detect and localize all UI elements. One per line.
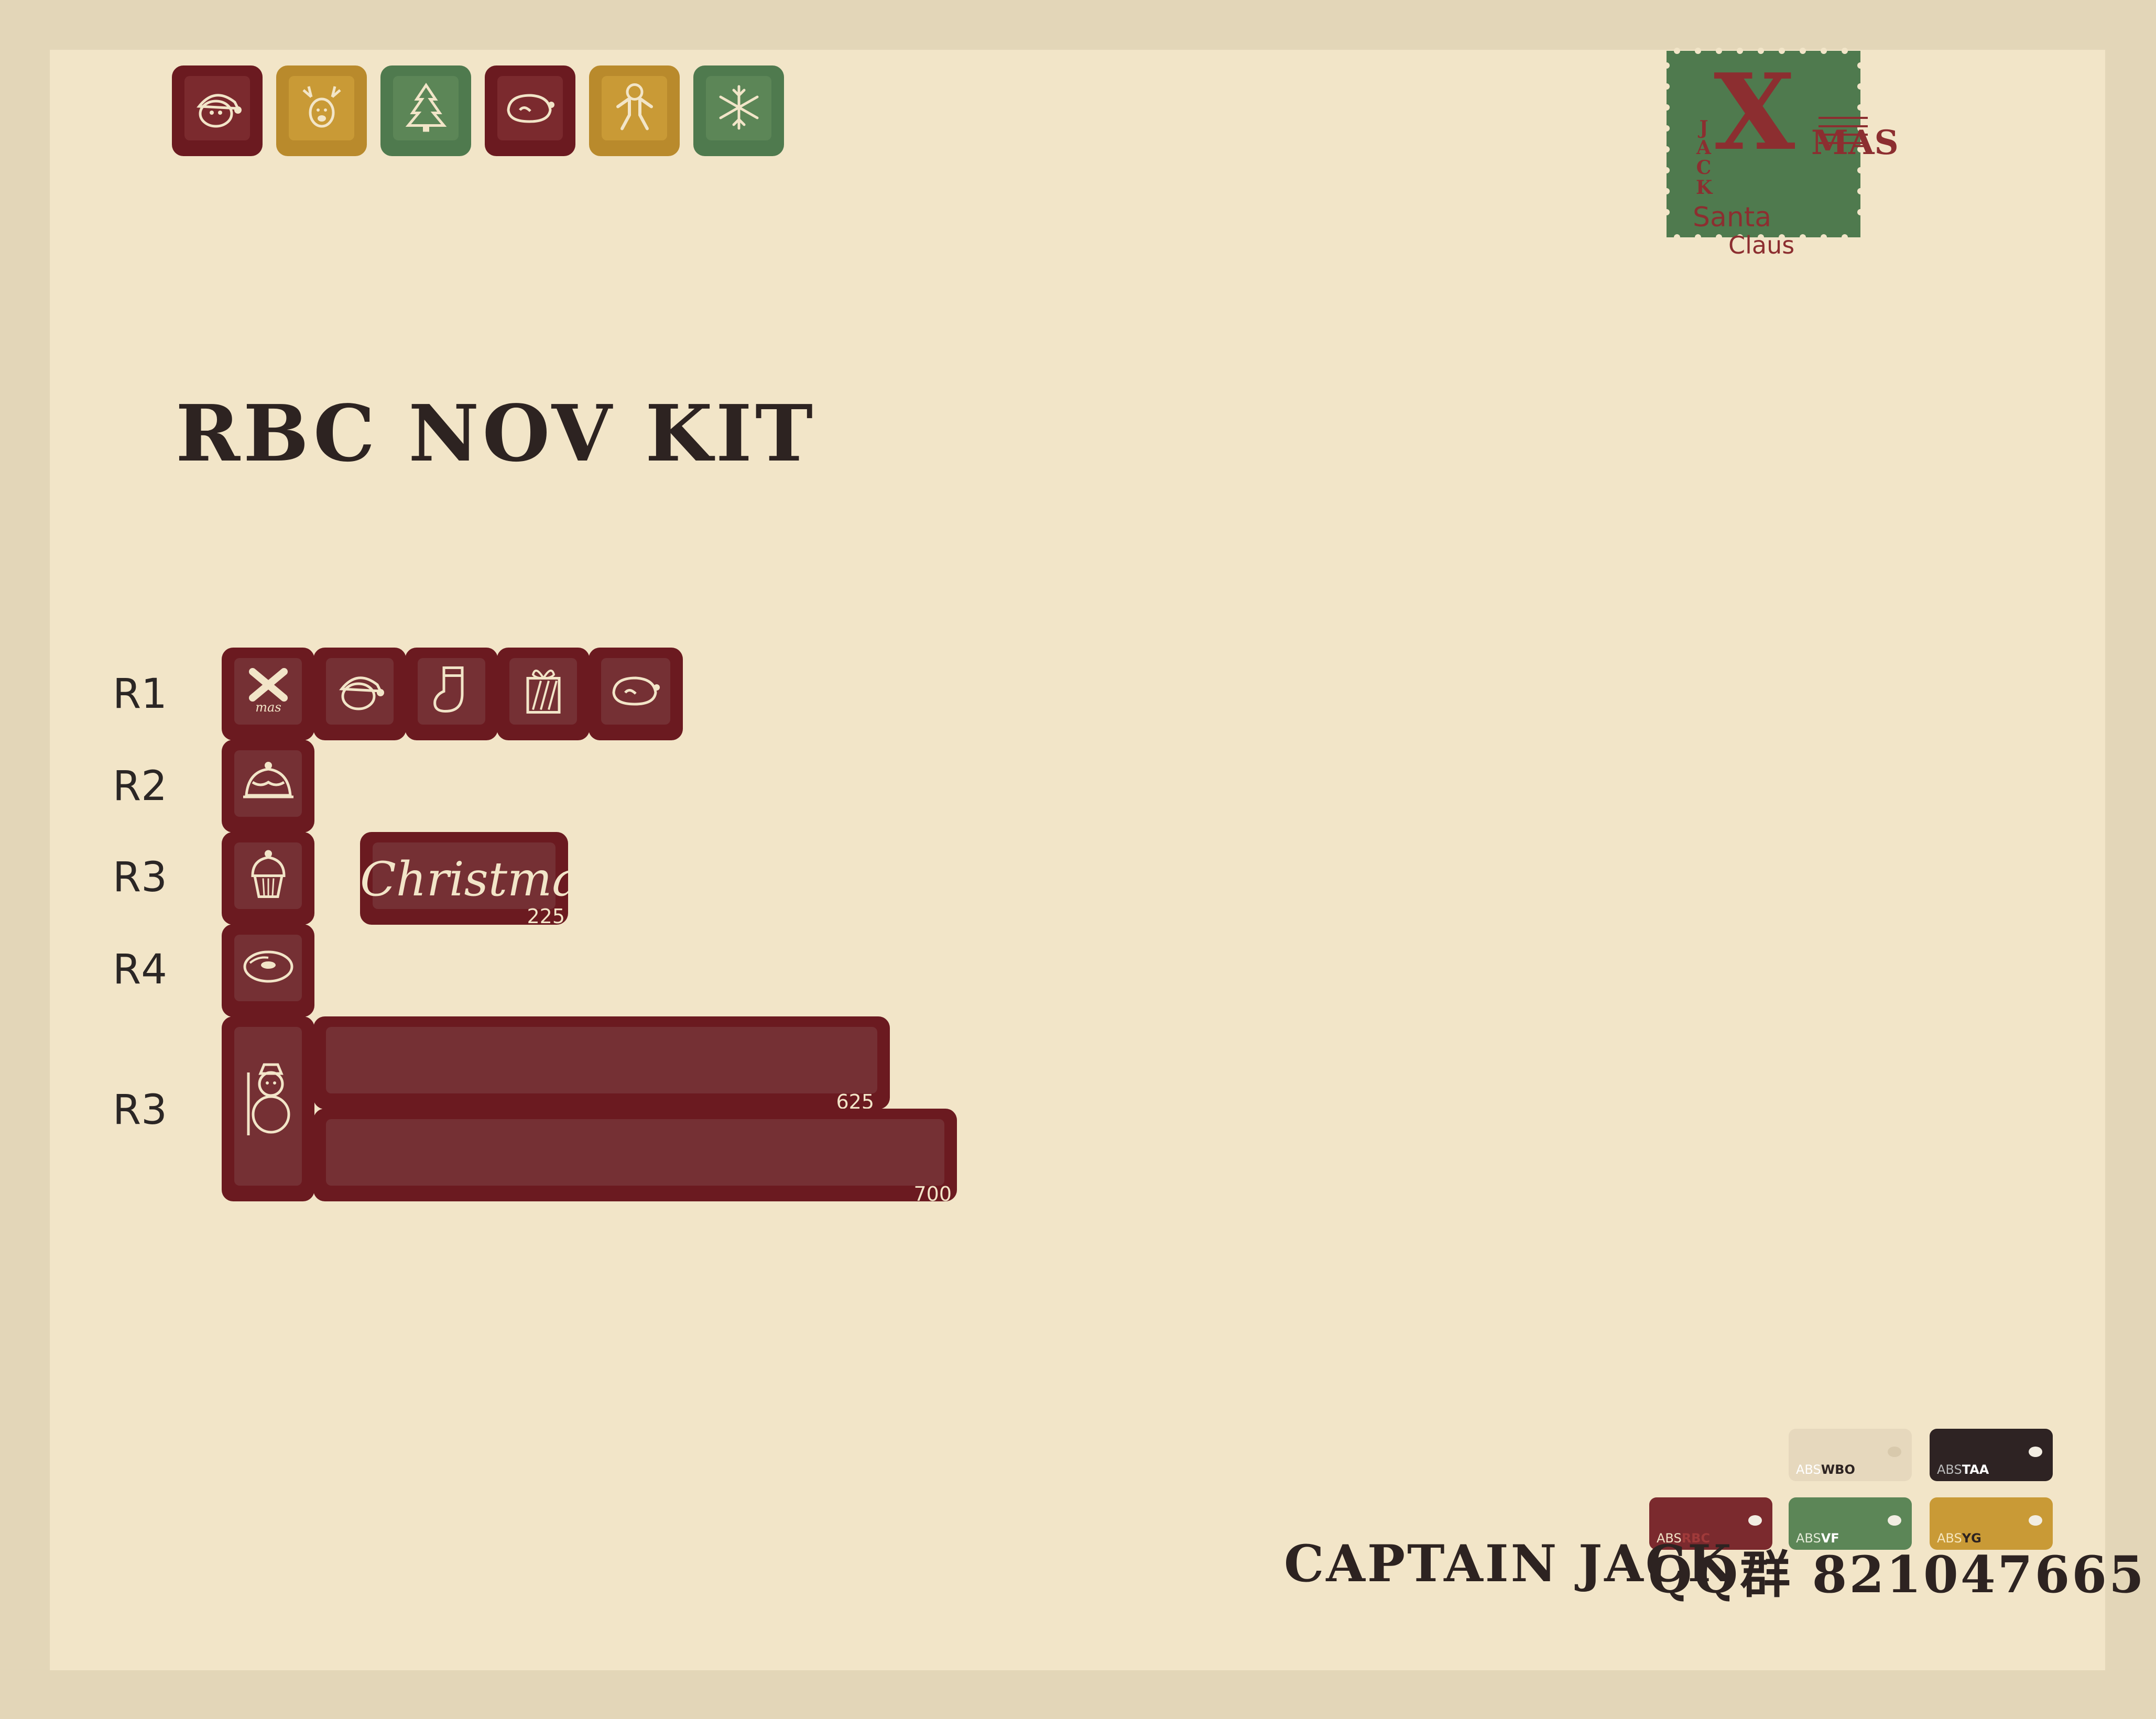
row-label-r3: R3 bbox=[113, 854, 167, 901]
swatch-prefix: ABS bbox=[1937, 1462, 1962, 1477]
kit-sheet bbox=[50, 50, 2105, 1670]
tree-icon bbox=[405, 82, 447, 132]
svg-text:mas: mas bbox=[255, 700, 281, 715]
santa-icon bbox=[196, 93, 242, 128]
stamp-letter-x: X bbox=[1714, 51, 1795, 174]
turkey-icon bbox=[612, 676, 660, 706]
reindeer-icon bbox=[302, 85, 341, 128]
snowman-icon bbox=[247, 1063, 290, 1136]
row-label-r3-space: R3 bbox=[113, 1087, 167, 1134]
stamp-side-letters: J A C K bbox=[1696, 118, 1712, 198]
key-cupcake bbox=[222, 832, 314, 925]
key-christmas-225: Christmas 225 bbox=[360, 832, 605, 928]
key-pudding bbox=[222, 740, 314, 833]
spacebar-625: 625 bbox=[313, 1016, 890, 1113]
stamp-claus: Claus bbox=[1728, 231, 1795, 259]
stocking-icon bbox=[433, 666, 463, 713]
stamp-letter-j: J bbox=[1699, 117, 1708, 139]
stamp-letter-a: A bbox=[1696, 137, 1711, 159]
row-label-r2: R2 bbox=[113, 763, 167, 810]
gift-icon bbox=[526, 670, 560, 714]
snowflake-icon bbox=[719, 85, 758, 130]
spacebar-700: 700 bbox=[313, 1109, 957, 1206]
row-label-r1: R1 bbox=[113, 671, 167, 718]
key-size-225: 225 bbox=[527, 905, 565, 928]
swatch-prefix: ABS bbox=[1796, 1462, 1821, 1477]
swatch-wbo: ABSWBO bbox=[1789, 1429, 1912, 1481]
gingerbread-icon bbox=[616, 83, 653, 130]
key-donut bbox=[222, 924, 314, 1017]
santa-keycap bbox=[172, 65, 263, 156]
swatch-code: TAA bbox=[1962, 1462, 1989, 1477]
swatch-code: WBO bbox=[1821, 1462, 1855, 1477]
christmas-script-legend: Christmas bbox=[360, 852, 605, 907]
tree-keycap bbox=[380, 65, 471, 156]
santa-icon bbox=[339, 676, 384, 710]
stamp-letter-k: K bbox=[1696, 177, 1713, 199]
key-gift bbox=[497, 648, 590, 740]
swatch-taa: ABSTAA bbox=[1930, 1429, 2053, 1481]
stamp-mas: MAS bbox=[1811, 123, 1899, 162]
donut-icon bbox=[243, 950, 293, 983]
key-snowman-2u bbox=[222, 1016, 314, 1201]
key-size-700: 700 bbox=[913, 1183, 952, 1206]
pudding-icon bbox=[243, 762, 293, 798]
key-turkey bbox=[589, 648, 683, 740]
xmas-icon: mas bbox=[248, 668, 288, 715]
row-label-r4: R4 bbox=[113, 946, 167, 993]
snowflake-keycap bbox=[693, 65, 784, 156]
key-santa bbox=[313, 648, 406, 740]
key-stocking bbox=[405, 648, 498, 740]
stamp-letter-c: C bbox=[1696, 157, 1712, 179]
turkey-keycap bbox=[485, 65, 575, 156]
cupcake-icon bbox=[251, 850, 286, 899]
turkey-icon bbox=[506, 94, 554, 123]
page-title: RBC NOV KIT bbox=[176, 388, 816, 479]
xmas-stamp: X MAS J A C K Santa Claus bbox=[1661, 45, 1899, 259]
reindeer-keycap bbox=[276, 65, 367, 156]
gingerbread-keycap bbox=[589, 65, 680, 156]
footer-qq-group: QQ群 821047665 bbox=[1648, 1545, 2146, 1604]
key-xmas: mas bbox=[222, 648, 314, 740]
stamp-santa: Santa bbox=[1693, 202, 1772, 233]
